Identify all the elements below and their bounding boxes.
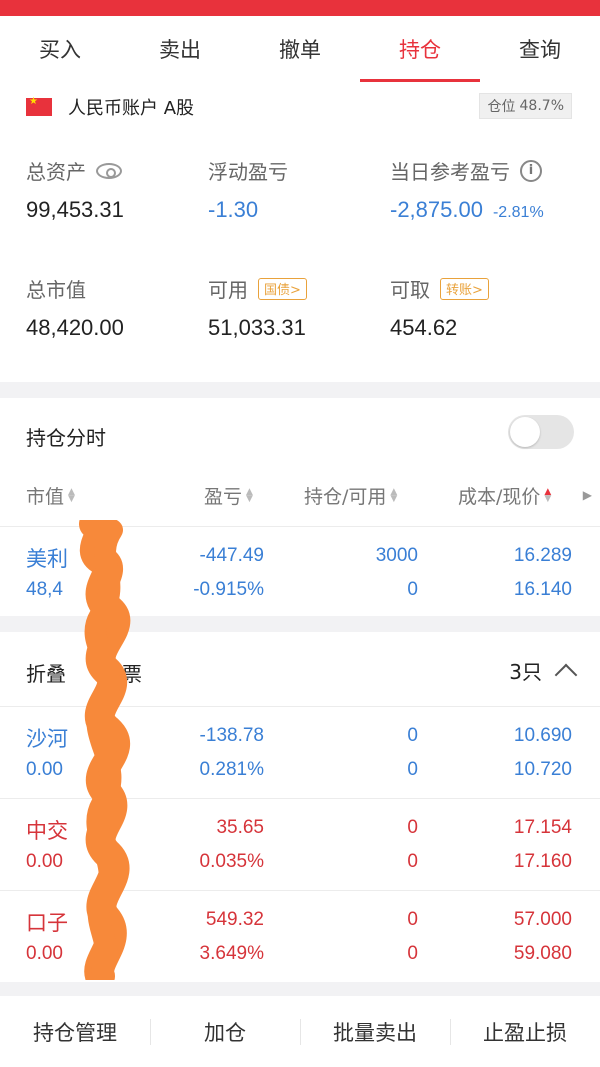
- col-hold-available[interactable]: 持仓/可用 ▲ ▼: [304, 482, 397, 509]
- daily-pl: 当日参考盈亏 i -2,875.00 -2.81%: [390, 156, 544, 223]
- col-cost-price-label: 成本/现价: [458, 486, 541, 508]
- holdings-title: 持仓分时: [26, 426, 106, 450]
- eye-icon[interactable]: [96, 162, 122, 179]
- daily-pl-value: -2,875.00: [390, 197, 483, 222]
- folded-title-a: 折叠: [26, 662, 66, 686]
- stock-market-value: 0.00: [26, 851, 63, 872]
- scroll-right-icon[interactable]: ▶: [583, 488, 592, 502]
- stock-cost: 10.690: [513, 725, 572, 746]
- account-name: 人民币账户 A股: [68, 98, 195, 119]
- stock-cost: 17.154: [513, 817, 572, 838]
- stock-name: 美利: [26, 547, 68, 571]
- stock-pl-pct: -0.915%: [193, 579, 264, 600]
- account-summary: 人民币账户 A股 仓位 48.7% 总资产 99,453.31 浮动盈亏 -1.…: [0, 82, 600, 382]
- status-bar: [0, 0, 600, 16]
- market-value-label: 总市值: [26, 278, 86, 302]
- trade-tabs: 买入 卖出 撤单 持仓 查询: [0, 16, 600, 82]
- tab-buy[interactable]: 买入: [0, 16, 120, 82]
- sort-icon: ▲ ▼: [390, 486, 398, 504]
- transfer-link[interactable]: 转账>: [440, 277, 489, 300]
- col-profit-loss-label: 盈亏: [204, 486, 243, 508]
- stock-name: 口子: [26, 911, 68, 935]
- stock-available: 0: [407, 943, 418, 964]
- stock-pl-pct: 0.281%: [199, 759, 264, 780]
- redaction-scribble: [79, 520, 131, 980]
- available-value: 51,033.31: [208, 315, 306, 340]
- stock-pl: 549.32: [205, 909, 264, 930]
- position-ratio-value: 48.7%: [519, 98, 564, 114]
- stock-available: 0: [407, 579, 418, 600]
- stock-pl: -447.49: [199, 545, 264, 566]
- add-position-button[interactable]: 加仓: [150, 1017, 300, 1047]
- tab-holdings[interactable]: 持仓: [360, 16, 480, 82]
- position-ratio-label: 仓位: [487, 99, 516, 115]
- stock-pl: 35.65: [216, 817, 264, 838]
- stock-available: 0: [407, 851, 418, 872]
- folded-count: 3只: [509, 660, 542, 684]
- bottom-action-bar: 持仓管理 加仓 批量卖出 止盈止损: [0, 996, 600, 1067]
- stock-market-value: 48,4: [26, 579, 63, 600]
- stock-hold: 0: [407, 909, 418, 930]
- batch-sell-button[interactable]: 批量卖出: [300, 1017, 450, 1047]
- stock-price: 10.720: [513, 759, 572, 780]
- col-profit-loss[interactable]: 盈亏 ▲ ▼: [204, 482, 253, 509]
- sort-icon-active: ▲ ▼: [544, 486, 552, 504]
- sort-icon: ▲ ▼: [246, 486, 253, 504]
- available-funds: 可用 国债> 51,033.31: [208, 274, 307, 341]
- position-ratio-badge: 仓位 48.7%: [478, 93, 572, 119]
- withdrawable-label: 可取: [390, 278, 430, 302]
- total-assets-label: 总资产: [26, 160, 86, 184]
- stock-available: 0: [407, 759, 418, 780]
- daily-pl-label: 当日参考盈亏: [390, 160, 510, 184]
- stock-price: 16.140: [513, 579, 572, 600]
- daily-pl-pct: -2.81%: [492, 204, 544, 221]
- col-market-value[interactable]: 市值 ▲ ▼: [26, 482, 75, 509]
- floating-pl-value: -1.30: [208, 197, 259, 222]
- stock-cost: 16.289: [513, 545, 572, 566]
- available-label: 可用: [208, 278, 248, 302]
- china-flag-icon: [26, 96, 52, 116]
- stock-name: 中交: [26, 819, 68, 843]
- col-market-value-label: 市值: [26, 486, 65, 508]
- total-assets: 总资产 99,453.31: [26, 156, 124, 223]
- chevron-up-icon[interactable]: [554, 663, 578, 686]
- col-cost-price[interactable]: 成本/现价 ▲ ▼: [458, 482, 551, 509]
- stock-price: 59.080: [513, 943, 572, 964]
- stock-market-value: 0.00: [26, 943, 63, 964]
- tab-query[interactable]: 查询: [480, 16, 600, 82]
- account-header[interactable]: 人民币账户 A股: [26, 94, 194, 120]
- stock-price: 17.160: [513, 851, 572, 872]
- treasury-bond-link[interactable]: 国债>: [258, 277, 307, 300]
- stock-hold: 0: [407, 725, 418, 746]
- stock-hold: 0: [407, 817, 418, 838]
- market-value: 总市值 48,420.00: [26, 274, 124, 341]
- total-assets-value: 99,453.31: [26, 197, 124, 222]
- withdrawable-value: 454.62: [390, 315, 458, 340]
- withdrawable-funds: 可取 转账> 454.62: [390, 274, 489, 341]
- floating-pl-label: 浮动盈亏: [208, 160, 288, 184]
- floating-pl: 浮动盈亏 -1.30: [208, 156, 288, 223]
- stock-market-value: 0.00: [26, 759, 63, 780]
- stock-name: 沙河: [26, 727, 68, 751]
- info-icon[interactable]: i: [520, 159, 542, 182]
- tab-cancel[interactable]: 撤单: [240, 16, 360, 82]
- stock-pl-pct: 0.035%: [199, 851, 264, 872]
- tab-sell[interactable]: 卖出: [120, 16, 240, 82]
- col-hold-available-label: 持仓/可用: [304, 486, 387, 508]
- stock-hold: 3000: [375, 545, 418, 566]
- manage-holdings-button[interactable]: 持仓管理: [0, 1017, 150, 1047]
- stock-pl: -138.78: [199, 725, 264, 746]
- sort-icon: ▲ ▼: [68, 486, 75, 504]
- stock-pl-pct: 3.649%: [199, 943, 264, 964]
- market-value-value: 48,420.00: [26, 315, 124, 340]
- stock-cost: 57.000: [513, 909, 572, 930]
- take-profit-stop-loss-button[interactable]: 止盈止损: [450, 1017, 600, 1047]
- intraday-toggle[interactable]: [508, 415, 574, 449]
